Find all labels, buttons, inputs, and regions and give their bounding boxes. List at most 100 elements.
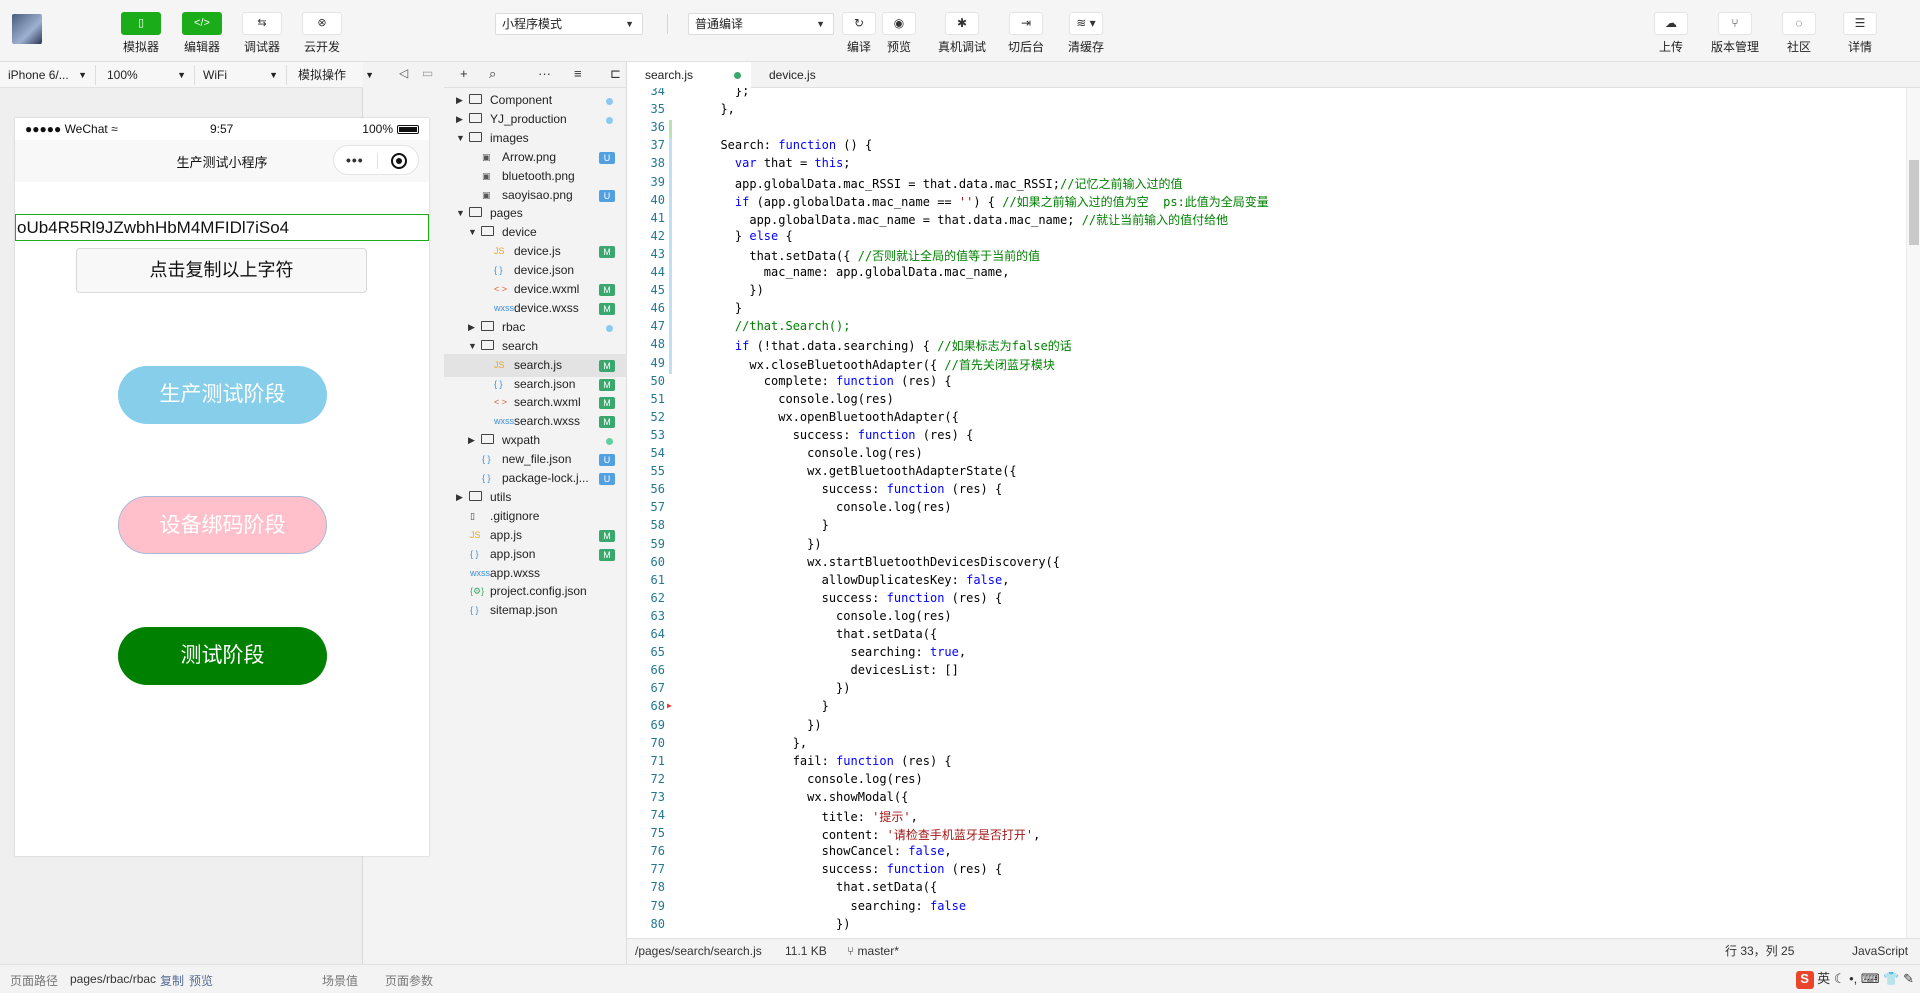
code-line[interactable]: if (app.globalData.mac_name == '') { //如… <box>706 193 1269 210</box>
code-line[interactable]: app.globalData.mac_RSSI = that.data.mac_… <box>706 175 1183 192</box>
background-button[interactable]: ⇥ 切后台 <box>998 12 1054 55</box>
code-line[interactable]: }) <box>706 917 850 931</box>
details-button[interactable]: ☰ 详情 <box>1832 12 1888 55</box>
cloud-dev-button[interactable]: ⊗ 云开发 <box>298 12 346 55</box>
code-line[interactable]: if (!that.data.searching) { //如果标志为false… <box>706 337 1072 354</box>
test-stage-button[interactable]: 测试阶段 <box>118 627 327 685</box>
keyboard-icon[interactable]: ⌨ <box>1861 971 1880 986</box>
close-miniprogram-icon[interactable] <box>391 153 407 169</box>
vertical-scrollbar[interactable] <box>1906 88 1920 938</box>
code-area[interactable]: 34 }; 35 }, 36 37 Search: function () {38 v… <box>627 88 1920 938</box>
code-line[interactable]: wx.openBluetoothAdapter({ <box>706 410 959 424</box>
code-line[interactable]: allowDuplicatesKey: false, <box>706 573 1010 587</box>
code-line[interactable]: wx.startBluetoothDevicesDiscovery({ <box>706 555 1060 569</box>
device-binding-button[interactable]: 设备绑码阶段 <box>118 496 327 554</box>
cursor-position[interactable]: 行 33，列 25 <box>1725 939 1794 963</box>
copy-path-link[interactable]: 复制 <box>160 972 184 989</box>
code-line[interactable]: console.log(res) <box>706 392 894 406</box>
code-line[interactable]: } else { <box>706 229 793 243</box>
git-status-badge: U <box>599 151 615 164</box>
code-line[interactable]: var that = this; <box>706 156 851 170</box>
debugger-toggle[interactable]: ⇆ 调试器 <box>238 12 286 55</box>
production-test-button[interactable]: 生产测试阶段 <box>118 366 327 424</box>
code-line[interactable]: Search: function () { <box>706 138 872 152</box>
popout-icon[interactable]: ▭ <box>422 66 433 80</box>
code-line[interactable]: wx.showModal({ <box>706 790 908 804</box>
tree-item-sitemap-json[interactable]: { } sitemap.json <box>444 599 627 622</box>
mode-select[interactable]: 小程序模式 ▼ <box>495 13 643 35</box>
zoom-select[interactable]: 100% ▼ <box>99 65 195 85</box>
version-button[interactable]: ⑂ 版本管理 <box>1707 12 1763 55</box>
language-mode[interactable]: JavaScript <box>1852 939 1908 963</box>
code-line[interactable]: devicesList: [] <box>706 663 958 677</box>
code-line[interactable]: searching: false <box>706 899 966 913</box>
code-line[interactable]: success: function (res) { <box>706 591 1003 605</box>
tab-search-js[interactable]: search.js <box>627 62 751 88</box>
collapse-icon[interactable]: ≡ <box>574 66 582 81</box>
split-icon[interactable]: ⊏ <box>610 66 621 82</box>
page-params-button[interactable]: 页面参数 <box>385 972 433 989</box>
copy-button[interactable]: 点击复制以上字符 <box>76 248 367 293</box>
code-line[interactable]: that.setData({ <box>706 880 937 894</box>
code-line[interactable]: }) <box>706 283 763 297</box>
mute-icon[interactable]: ◁ <box>399 66 408 80</box>
upload-button[interactable]: ☁ 上传 <box>1643 12 1699 55</box>
code-line[interactable]: console.log(res) <box>706 609 952 623</box>
ime-language[interactable]: 英 <box>1817 971 1830 986</box>
code-line[interactable]: searching: true, <box>706 645 966 659</box>
user-avatar[interactable] <box>12 14 42 44</box>
sogou-icon[interactable]: S <box>1795 971 1814 989</box>
code-line[interactable]: success: function (res) { <box>706 428 974 442</box>
compile-mode-select[interactable]: 普通编译 ▼ <box>688 13 834 35</box>
code-line[interactable]: console.log(res) <box>706 446 923 460</box>
code-line[interactable]: }, <box>706 736 807 750</box>
clear-cache-button[interactable]: ≋ ▾ 清缓存 <box>1058 12 1114 55</box>
preview-link[interactable]: 预览 <box>189 972 213 989</box>
code-line[interactable]: console.log(res) <box>706 500 952 514</box>
editor-toggle[interactable]: </> 编辑器 <box>178 12 226 55</box>
more-icon[interactable]: ··· <box>538 66 551 81</box>
git-branch[interactable]: ⑂ master* <box>847 939 899 963</box>
code-line[interactable]: }) <box>706 681 850 695</box>
code-line[interactable]: success: function (res) { <box>706 862 1003 876</box>
punctuation-icon[interactable]: •, <box>1849 971 1857 986</box>
tab-device-js[interactable]: device.js <box>751 62 871 88</box>
code-line[interactable]: fail: function (res) { <box>706 754 952 768</box>
wrench-icon[interactable]: ✎ <box>1903 971 1914 986</box>
code-line[interactable]: that.setData({ <box>706 627 937 641</box>
code-line[interactable]: that.setData({ //否则就让全局的值等于当前的值 <box>706 247 1040 264</box>
code-line[interactable]: console.log(res) <box>706 772 923 786</box>
code-line[interactable]: success: function (res) { <box>706 482 1003 496</box>
shirt-icon[interactable]: 👕 <box>1883 971 1899 986</box>
code-line[interactable]: } <box>706 518 829 532</box>
search-icon[interactable]: ⌕ <box>489 66 496 82</box>
code-line[interactable]: content: '请检查手机蓝牙是否打开', <box>706 826 1041 843</box>
network-select[interactable]: WiFi ▼ <box>195 65 287 85</box>
code-line[interactable]: } <box>706 301 742 315</box>
code-line[interactable]: }, <box>706 102 734 116</box>
code-line[interactable]: title: '提示', <box>706 808 918 825</box>
code-line[interactable]: //that.Search(); <box>706 319 851 333</box>
code-line[interactable]: }; <box>706 88 749 98</box>
code-line[interactable]: wx.getBluetoothAdapterState({ <box>706 464 1017 478</box>
scene-value-button[interactable]: 场景值 <box>322 972 358 989</box>
community-button[interactable]: ◌ 社区 <box>1771 12 1827 55</box>
device-select[interactable]: iPhone 6/... ▼ <box>0 65 96 85</box>
code-line[interactable]: } <box>706 699 829 713</box>
more-icon[interactable]: ••• <box>346 152 364 168</box>
preview-button[interactable]: ◉ 预览 <box>871 12 927 55</box>
code-line[interactable]: app.globalData.mac_name = that.data.mac_… <box>706 211 1228 228</box>
code-line[interactable]: }) <box>706 537 821 551</box>
code-line[interactable]: complete: function (res) { <box>706 374 952 388</box>
code-line[interactable]: mac_name: app.globalData.mac_name, <box>706 265 1010 279</box>
moon-icon[interactable]: ☾ <box>1834 971 1846 986</box>
code-line[interactable]: wx.closeBluetoothAdapter({ //首先关闭蓝牙模块 <box>706 356 1055 373</box>
openid-input[interactable]: oUb4R5Rl9JZwbhHbM4MFIDl7iSo4 <box>15 214 429 241</box>
real-device-debug-button[interactable]: ✱ 真机调试 <box>934 12 990 55</box>
code-line[interactable]: showCancel: false, <box>706 844 952 858</box>
scroll-thumb[interactable] <box>1909 160 1919 245</box>
simulate-operation-select[interactable]: 模拟操作 ▼ <box>290 65 382 85</box>
code-line[interactable]: }) <box>706 718 821 732</box>
add-icon[interactable]: + <box>460 66 468 81</box>
simulator-toggle[interactable]: ▯ 模拟器 <box>117 12 165 55</box>
